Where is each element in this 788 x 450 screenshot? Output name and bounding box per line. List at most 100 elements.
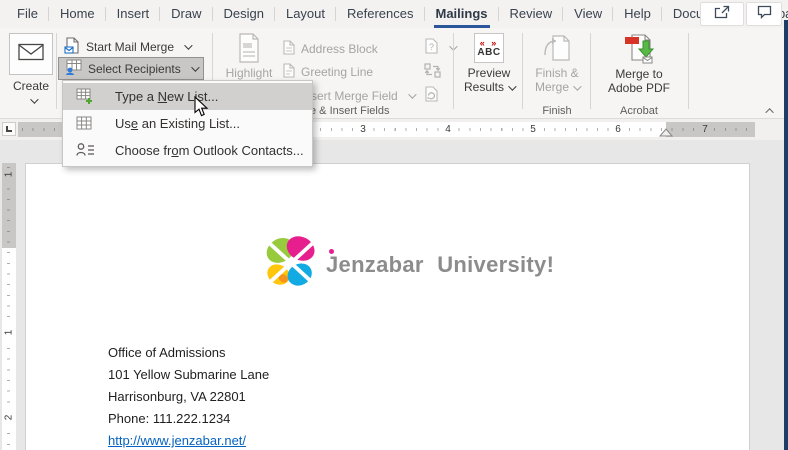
tab-references[interactable]: References xyxy=(336,0,424,28)
document-page[interactable]: Jenzabar University! Office of Admission… xyxy=(25,163,750,450)
menu-item-label: Choose from Outlook Contacts... xyxy=(115,143,304,158)
share-icon xyxy=(714,5,730,24)
rules-button: ? xyxy=(424,37,455,58)
preview-results-button[interactable]: « » ABC Preview Results xyxy=(458,33,520,94)
create-dropdown-chevron[interactable] xyxy=(30,95,38,103)
menu-item-choose-outlook-contacts[interactable]: Choose from Outlook Contacts... xyxy=(63,137,312,164)
tab-file[interactable]: File xyxy=(6,0,49,28)
group-separator xyxy=(56,33,57,109)
ruler-number: 4 xyxy=(442,123,454,136)
update-labels-button xyxy=(424,85,439,106)
update-labels-icon xyxy=(424,86,439,105)
finish-merge-label-2: Merge xyxy=(535,80,569,94)
select-recipients-chevron xyxy=(191,63,199,71)
butterfly-logo-icon xyxy=(264,234,318,295)
address-line: Phone: 111.222.1234 xyxy=(108,408,269,430)
logo-j-dot xyxy=(329,249,334,254)
type-new-list-icon xyxy=(76,88,94,105)
ribbon-tab-bar: File Home Insert Draw Design Layout Refe… xyxy=(0,0,788,28)
tab-layout[interactable]: Layout xyxy=(275,0,336,28)
group-separator xyxy=(453,33,454,109)
left-tab-icon xyxy=(6,126,12,132)
tab-insert[interactable]: Insert xyxy=(106,0,161,28)
preview-results-label-1: Preview xyxy=(468,66,511,80)
group-separator xyxy=(688,33,689,109)
collapse-ribbon-icon[interactable] xyxy=(765,108,773,116)
finish-merge-label-1: Finish & xyxy=(535,66,578,80)
create-button[interactable] xyxy=(9,33,53,75)
create-label: Create xyxy=(0,79,62,93)
greeting-line-label: Greeting Line xyxy=(301,65,373,79)
tab-design[interactable]: Design xyxy=(213,0,275,28)
document-area: 1 1 2 Jenzabar University! xyxy=(0,140,788,450)
merge-to-pdf-label-2: Adobe PDF xyxy=(608,81,670,95)
menu-item-label: Use an Existing List... xyxy=(115,116,240,131)
ruler-number: 1 xyxy=(4,327,15,339)
comments-button[interactable] xyxy=(746,2,782,26)
group-label-acrobat: Acrobat xyxy=(594,105,684,117)
merge-to-pdf-icon xyxy=(594,33,684,64)
address-line: 101 Yellow Submarine Lane xyxy=(108,364,269,386)
match-fields-button xyxy=(424,61,441,82)
select-recipients-icon xyxy=(65,59,82,78)
group-separator xyxy=(522,33,523,109)
finish-merge-button: Finish & Merge xyxy=(526,33,588,94)
insert-merge-field-label: Insert Merge Field xyxy=(301,89,398,103)
word-window: File Home Insert Draw Design Layout Refe… xyxy=(0,0,788,450)
greeting-line-icon xyxy=(282,63,295,81)
merge-to-pdf-label-1: Merge to xyxy=(615,67,662,81)
rules-icon: ? xyxy=(424,38,439,57)
ruler-number: 2 xyxy=(4,412,15,424)
tab-help[interactable]: Help xyxy=(613,0,662,28)
preview-icon-abc: ABC xyxy=(477,48,500,57)
address-line: Harrisonburg, VA 22801 xyxy=(108,386,269,408)
tab-home[interactable]: Home xyxy=(49,0,106,28)
menu-item-type-new-list[interactable]: Type a New List... xyxy=(63,83,312,110)
window-right-border xyxy=(784,20,788,450)
outlook-contacts-icon xyxy=(76,142,94,159)
tab-review[interactable]: Review xyxy=(499,0,564,28)
tab-stop-selector[interactable] xyxy=(2,122,16,136)
address-block-button: Address Block xyxy=(282,38,378,59)
tab-draw[interactable]: Draw xyxy=(160,0,212,28)
select-recipients-label: Select Recipients xyxy=(88,62,181,76)
address-block: Office of Admissions 101 Yellow Submarin… xyxy=(108,342,269,450)
insert-merge-field-chevron xyxy=(408,90,416,98)
vertical-ruler[interactable]: 1 1 2 xyxy=(2,163,16,450)
group-separator xyxy=(590,33,591,109)
ruler-number: 7 xyxy=(699,123,711,136)
highlight-label: Highlight xyxy=(226,66,273,80)
address-block-icon xyxy=(282,40,295,58)
group-label-finish: Finish xyxy=(526,105,588,117)
select-recipients-menu: Type a New List... Use an Existing List.… xyxy=(62,80,313,167)
start-mail-merge-button[interactable]: Start Mail Merge xyxy=(58,35,196,58)
preview-results-chevron xyxy=(508,82,516,90)
ruler-number: 3 xyxy=(357,123,369,136)
greeting-line-button: Greeting Line xyxy=(282,61,373,82)
right-indent-marker[interactable] xyxy=(659,128,673,137)
menu-item-use-existing-list[interactable]: Use an Existing List... xyxy=(63,110,312,137)
tab-mailings[interactable]: Mailings xyxy=(425,0,499,28)
address-line: Office of Admissions xyxy=(108,342,269,364)
existing-list-icon xyxy=(76,115,94,132)
ruler-number: 5 xyxy=(527,123,539,136)
highlight-merge-fields-icon xyxy=(220,33,278,63)
merge-to-adobe-pdf-button[interactable]: Merge to Adobe PDF xyxy=(594,33,684,95)
preview-results-label-2: Results xyxy=(464,80,504,94)
logo-text: Jenzabar University! xyxy=(326,252,554,278)
envelope-icon xyxy=(18,43,44,66)
highlight-merge-fields-button: Highlight xyxy=(220,33,278,80)
group-label-write-insert-fields: e & Insert Fields xyxy=(310,105,389,117)
finish-merge-icon xyxy=(526,33,588,63)
share-button[interactable] xyxy=(700,2,744,26)
ruler-number: 1 xyxy=(4,169,15,181)
start-mail-merge-label: Start Mail Merge xyxy=(86,40,174,54)
tab-view[interactable]: View xyxy=(563,0,613,28)
ruler-number: 6 xyxy=(612,123,624,136)
website-link[interactable]: http://www.jenzabar.net/ xyxy=(108,433,246,448)
preview-results-icon: « » ABC xyxy=(474,33,504,63)
mouse-cursor xyxy=(194,96,210,123)
match-fields-icon xyxy=(424,63,441,81)
svg-text:?: ? xyxy=(429,42,434,52)
select-recipients-button[interactable]: Select Recipients xyxy=(58,57,204,80)
